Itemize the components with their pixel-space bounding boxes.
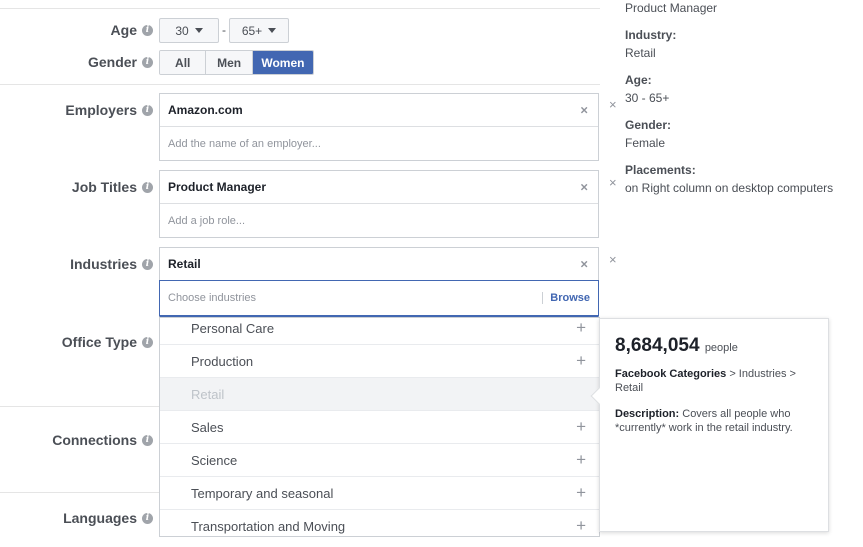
audience-count: 8,684,054 people	[615, 335, 738, 356]
summary-placements-label: Placements:	[625, 163, 696, 177]
clear-industries-icon[interactable]: ×	[609, 252, 617, 267]
remove-icon[interactable]: ×	[580, 103, 588, 118]
info-icon[interactable]: i	[142, 512, 153, 524]
info-icon[interactable]: i	[142, 434, 153, 446]
dropdown-item-production[interactable]: Production +	[160, 345, 599, 378]
employers-label: Employers i	[65, 102, 153, 118]
browse-link[interactable]: Browse	[542, 292, 590, 304]
dropdown-item-temporary-seasonal[interactable]: Temporary and seasonal +	[160, 477, 599, 510]
add-icon[interactable]: +	[576, 318, 586, 338]
job-title-token: Product Manager ×	[160, 171, 598, 204]
summary-gender-label: Gender:	[625, 118, 672, 132]
industry-token: Retail ×	[160, 248, 598, 281]
info-icon[interactable]: i	[142, 336, 153, 348]
age-separator: -	[222, 23, 226, 37]
summary-gender-value: Female	[625, 136, 666, 150]
summary-industry-value: Retail	[625, 46, 656, 60]
employers-box: Amazon.com × Add the name of an employer…	[159, 93, 599, 161]
age-max-select[interactable]: 65+	[229, 18, 289, 43]
add-icon[interactable]: +	[576, 450, 586, 470]
dropdown-item-sales[interactable]: Sales +	[160, 411, 599, 444]
category-description: Description: Covers all people who *curr…	[615, 408, 793, 434]
dropdown-item-retail: Retail	[160, 378, 599, 411]
category-info-popup: 8,684,054 people Facebook Categories > I…	[590, 318, 829, 532]
add-icon[interactable]: +	[576, 351, 586, 371]
gender-women-button[interactable]: Women	[252, 51, 313, 74]
info-icon[interactable]: i	[142, 104, 153, 116]
summary-age-label: Age:	[625, 73, 652, 87]
dropdown-item-transportation[interactable]: Transportation and Moving +	[160, 510, 599, 536]
category-path: Facebook Categories > Industries > Retai…	[615, 368, 796, 394]
add-icon[interactable]: +	[576, 516, 586, 536]
divider	[0, 84, 600, 85]
languages-label: Languages i	[63, 510, 153, 526]
add-icon[interactable]: +	[576, 417, 586, 437]
job-title-input[interactable]: Add a job role...	[160, 204, 598, 237]
summary-age-value: 30 - 65+	[625, 91, 670, 105]
gender-toggle: All Men Women	[159, 50, 314, 75]
divider	[0, 8, 600, 9]
info-icon[interactable]: i	[142, 56, 153, 68]
info-icon[interactable]: i	[142, 181, 153, 193]
dropdown-item-personal-care[interactable]: Personal Care +	[160, 318, 599, 345]
age-min-select[interactable]: 30	[159, 18, 219, 43]
age-label: Age i	[111, 22, 153, 38]
clear-job-titles-icon[interactable]: ×	[609, 175, 617, 190]
summary-job-title-value: Product Manager	[625, 1, 718, 15]
industries-label: Industries i	[70, 256, 153, 272]
dropdown-item-science[interactable]: Science +	[160, 444, 599, 477]
remove-icon[interactable]: ×	[580, 257, 588, 272]
employer-token: Amazon.com ×	[160, 94, 598, 127]
industry-input[interactable]: Choose industries Browse	[159, 280, 599, 316]
job-titles-box: Product Manager × Add a job role...	[159, 170, 599, 238]
industries-dropdown: Personal Care + Production + Retail Sales +…	[159, 317, 600, 537]
gender-all-button[interactable]: All	[160, 51, 207, 74]
job-titles-label: Job Titles i	[72, 179, 153, 195]
info-icon[interactable]: i	[142, 24, 153, 36]
employer-input[interactable]: Add the name of an employer...	[160, 127, 598, 160]
industries-box: Retail × Choose industries Browse	[159, 247, 599, 317]
info-icon[interactable]: i	[142, 258, 153, 270]
clear-employers-icon[interactable]: ×	[609, 97, 617, 112]
summary-industry-label: Industry:	[625, 28, 677, 42]
add-icon[interactable]: +	[576, 483, 586, 503]
gender-label: Gender i	[88, 54, 153, 70]
connections-label: Connections i	[52, 432, 153, 448]
caret-down-icon	[268, 28, 277, 33]
caret-down-icon	[194, 28, 203, 33]
summary-placements-value: on Right column on desktop computers	[625, 181, 834, 195]
gender-men-button[interactable]: Men	[206, 51, 253, 74]
office-type-label: Office Type i	[62, 334, 153, 350]
remove-icon[interactable]: ×	[580, 180, 588, 195]
